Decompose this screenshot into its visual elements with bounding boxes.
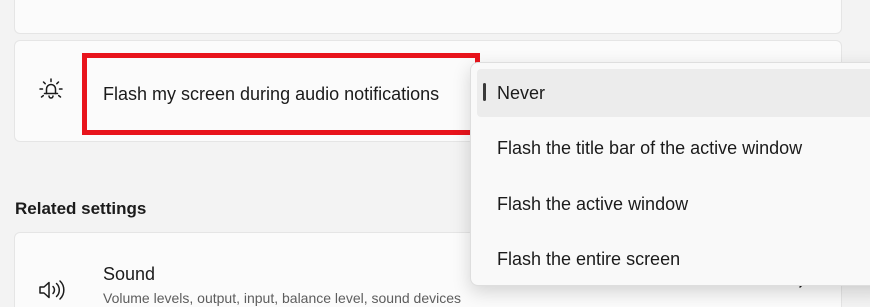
highlight-annotation	[82, 53, 480, 135]
flash-options-dropdown[interactable]: Never Flash the title bar of the active …	[470, 62, 870, 286]
dropdown-option-never[interactable]: Never	[477, 69, 870, 117]
bell-flash-icon	[38, 77, 64, 103]
dropdown-option-active-window[interactable]: Flash the active window	[477, 180, 870, 228]
option-label: Never	[497, 83, 546, 103]
speaker-icon	[38, 279, 66, 301]
settings-page: Flash my screen during audio notificatio…	[0, 0, 870, 307]
dropdown-option-entire-screen[interactable]: Flash the entire screen	[477, 235, 870, 283]
option-label: Flash the active window	[497, 194, 689, 214]
sound-subtitle: Volume levels, output, input, balance le…	[103, 290, 462, 306]
previous-setting-card	[14, 0, 842, 34]
related-settings-heading: Related settings	[15, 199, 147, 218]
option-label: Flash the title bar of the active window	[497, 138, 803, 158]
selection-indicator	[483, 83, 486, 101]
option-label: Flash the entire screen	[497, 249, 681, 269]
dropdown-option-title-bar[interactable]: Flash the title bar of the active window	[477, 124, 870, 172]
sound-title: Sound	[103, 264, 156, 284]
